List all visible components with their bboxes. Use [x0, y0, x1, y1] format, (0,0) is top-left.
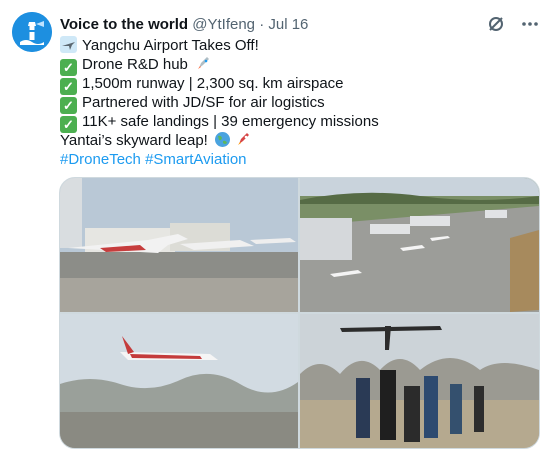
photo-aerial-airfield[interactable]: [300, 178, 539, 312]
photo-drone-launch[interactable]: [300, 314, 539, 448]
avatar[interactable]: [12, 12, 52, 52]
airport-icon: [60, 36, 77, 53]
text-line: ✓ Partnered with JD/SF for air logistics: [60, 93, 540, 114]
tweet-text: Yangchu Airport Takes Off! ✓ Drone R&D hu…: [60, 36, 540, 169]
photo-airport-apron[interactable]: [60, 178, 298, 312]
text-skyward: Yantai’s skyward leap!: [60, 132, 208, 149]
author-handle[interactable]: @YtIfeng: [192, 16, 255, 33]
text-line: ✓ 1,500m runway | 2,300 sq. km airspace: [60, 74, 540, 95]
post-date[interactable]: Jul 16: [268, 16, 308, 33]
text-runway: 1,500m runway | 2,300 sq. km airspace: [82, 75, 344, 92]
more-icon[interactable]: [518, 12, 542, 36]
headline: Yangchu Airport Takes Off!: [82, 37, 259, 54]
globe-icon: [214, 131, 231, 148]
media-grid: [59, 177, 540, 449]
text-partnership: Partnered with JD/SF for air logistics: [82, 94, 325, 111]
separator: ·: [259, 16, 265, 33]
text-line: Yangchu Airport Takes Off!: [60, 36, 540, 55]
grok-icon[interactable]: [484, 12, 508, 36]
text-landings: 11K+ safe landings | 39 emergency missio…: [82, 113, 379, 130]
text-line: Yantai’s skyward leap!: [60, 131, 540, 150]
text-line: ✓ 11K+ safe landings | 39 emergency missi…: [60, 112, 540, 133]
rocket-icon: [195, 55, 212, 72]
hashtag-dronetech[interactable]: #DroneTech: [60, 151, 141, 168]
lighthouse-logo-icon: [12, 12, 52, 52]
author-name[interactable]: Voice to the world: [60, 16, 188, 33]
photo-plane-in-flight[interactable]: [60, 314, 298, 448]
tweet-header: Voice to the world @YtIfeng · Jul 16: [60, 15, 540, 35]
header-actions: [484, 12, 542, 36]
text-drone-hub: Drone R&D hub: [82, 56, 188, 73]
hashtag-smartaviation[interactable]: #SmartAviation: [145, 151, 246, 168]
rocket-icon: [235, 131, 252, 148]
text-line: ✓ Drone R&D hub: [60, 55, 540, 76]
text-line: #DroneTech #SmartAviation: [60, 150, 540, 169]
